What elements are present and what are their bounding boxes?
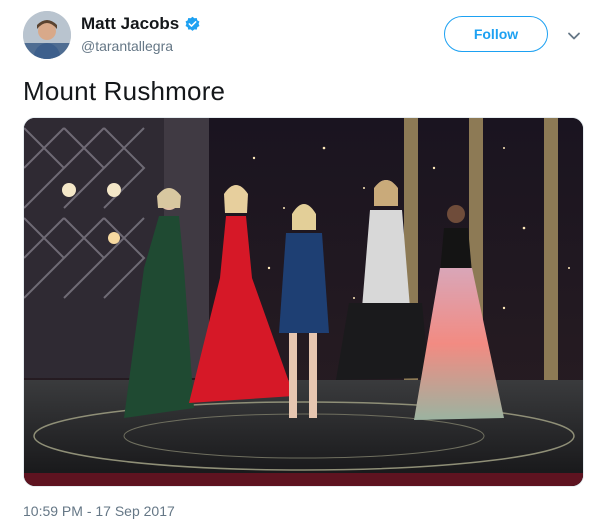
avatar[interactable] bbox=[23, 11, 71, 59]
author-name-row: Matt Jacobs bbox=[81, 14, 201, 34]
tweet-text: Mount Rushmore bbox=[23, 76, 226, 106]
chevron-down-icon[interactable] bbox=[566, 28, 582, 44]
photo-five-women-on-stage-icon bbox=[24, 118, 583, 486]
follow-button[interactable]: Follow bbox=[444, 16, 548, 52]
author-handle[interactable]: @tarantallegra bbox=[81, 38, 173, 54]
tweet-photo[interactable] bbox=[23, 117, 584, 487]
verified-badge-icon bbox=[185, 16, 200, 31]
tweet-timestamp[interactable]: 10:59 PM - 17 Sep 2017 bbox=[23, 503, 175, 519]
display-name[interactable]: Matt Jacobs bbox=[81, 14, 179, 34]
avatar-icon bbox=[23, 11, 71, 59]
